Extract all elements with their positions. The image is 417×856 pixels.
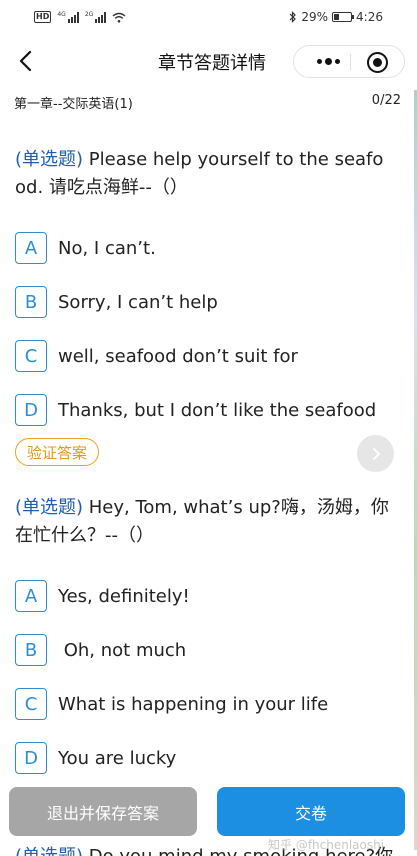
- question-text: (单选题) Hey, Tom, what’s up?嗨，汤姆，你在忙什么？--（…: [15, 494, 391, 550]
- battery-level-fill: [334, 14, 340, 20]
- option-letter: B: [15, 634, 47, 666]
- option-letter: C: [15, 340, 47, 372]
- option-text: Thanks, but I don’t like the seafood: [58, 399, 377, 421]
- verify-answer-button[interactable]: 验证答案: [15, 438, 99, 466]
- option-c[interactable]: C What is happening in your life: [15, 688, 395, 720]
- option-letter: D: [15, 742, 47, 774]
- question-type-label: (单选题): [15, 149, 84, 170]
- submit-exam-button[interactable]: 交卷: [217, 787, 405, 836]
- cell-signal-1-icon: 4G: [57, 10, 79, 23]
- option-letter: A: [15, 232, 47, 264]
- option-text: What is happening in your life: [58, 693, 329, 715]
- option-a[interactable]: A Yes, definitely!: [15, 580, 395, 612]
- option-letter: C: [15, 688, 47, 720]
- status-bar-left: HD 4G 2G: [34, 11, 126, 23]
- cell-signal-2-icon: 2G: [84, 10, 107, 23]
- option-text: Sorry, I can’t help: [58, 291, 218, 313]
- option-text: You are lucky: [58, 747, 177, 769]
- more-menu-icon[interactable]: [308, 46, 348, 77]
- bluetooth-icon: [289, 11, 297, 23]
- option-b[interactable]: B Oh, not much: [15, 634, 395, 666]
- option-b[interactable]: B Sorry, I can’t help: [15, 286, 395, 318]
- question-type-label: (单选题): [15, 497, 84, 518]
- question-type-label: (单选题): [15, 846, 83, 856]
- battery-percent: 29%: [301, 10, 329, 24]
- close-program-icon[interactable]: [367, 52, 388, 73]
- status-bar-right: 29% 4:26: [289, 10, 383, 24]
- option-text: No, I can’t.: [58, 237, 156, 259]
- signal-1-tag: 4G: [57, 10, 66, 18]
- capsule-divider: [350, 54, 351, 70]
- option-d[interactable]: D Thanks, but I don’t like the seafood: [15, 394, 395, 426]
- chevron-right-icon: [372, 447, 380, 460]
- status-bar: HD 4G 2G 29% 4:26: [0, 0, 417, 36]
- option-letter: A: [15, 580, 47, 612]
- next-arrow-button[interactable]: [357, 435, 394, 472]
- watermark: 知乎 @fhchenlaoshi: [268, 838, 385, 852]
- question-progress: 0/22: [371, 93, 401, 108]
- exit-and-save-button[interactable]: 退出并保存答案: [9, 787, 197, 836]
- mini-program-capsule: [293, 45, 405, 78]
- option-d[interactable]: D You are lucky: [15, 742, 395, 774]
- nav-bar: 章节答题详情: [0, 36, 417, 86]
- question-card-1: (单选题) Please help yourself to the seafoo…: [15, 146, 391, 202]
- question-card-2: (单选题) Hey, Tom, what’s up?嗨，汤姆，你在忙什么？--（…: [15, 494, 391, 550]
- option-text: Yes, definitely!: [58, 585, 190, 607]
- option-a[interactable]: A No, I can’t.: [15, 232, 395, 264]
- option-c[interactable]: C well, seafood don’t suit for: [15, 340, 395, 372]
- hd-indicator: HD: [34, 11, 52, 23]
- chapter-name: 第一章--交际英语(1): [14, 97, 133, 112]
- option-text: Oh, not much: [58, 639, 187, 661]
- option-text: well, seafood don’t suit for: [58, 345, 298, 367]
- signal-2-tag: 2G: [84, 10, 94, 18]
- option-letter: D: [15, 394, 47, 426]
- battery-icon: [332, 12, 355, 22]
- clock: 4:26: [356, 10, 383, 24]
- wifi-icon: [112, 12, 126, 23]
- option-letter: B: [15, 286, 47, 318]
- question-text: (单选题) Please help yourself to the seafoo…: [15, 146, 391, 202]
